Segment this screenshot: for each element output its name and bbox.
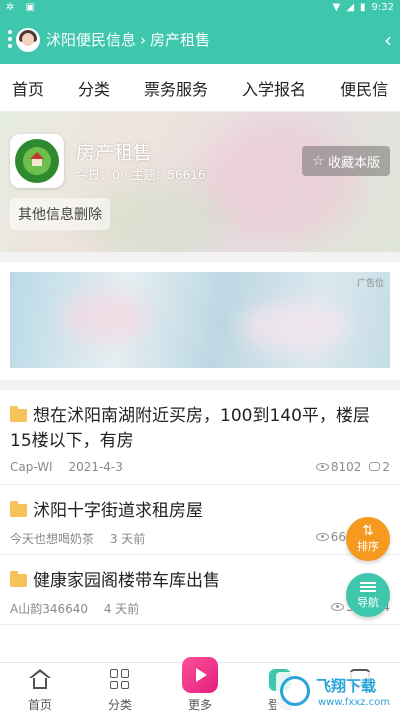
favorite-forum-button[interactable]: ☆ 收藏本版 [302,146,390,176]
post-time: 2021-4-3 [68,460,123,474]
post-author: A山韵346640 [10,602,89,616]
status-bar: ✲ ▣ ▼ ◢ ▮ 9:32 [0,0,400,16]
eye-icon [315,533,329,541]
video-play-icon [182,657,218,693]
post-list: 想在沭阳南湖附近买房，100到140平，楼层15楼以下，有房 Cap-WI 20… [0,390,400,662]
tab-convenience[interactable]: 便民信 [340,76,388,100]
status-left-icons: ✲ ▣ [6,2,40,13]
post-views: 8102 [330,460,362,474]
ad-section: 广告位 [0,262,400,380]
breadcrumb-separator: › [140,30,147,49]
tabbar-home[interactable]: 首页 [0,663,80,714]
menu-dots-icon[interactable] [8,30,12,51]
folder-icon [10,406,27,422]
post-title: 健康家园阁楼带车库出售 [33,571,220,591]
eye-icon [315,463,329,471]
tab-home[interactable]: 首页 [12,76,44,100]
home-icon [29,669,51,689]
tab-tickets[interactable]: 票务服务 [144,76,208,100]
post-replies: 2 [382,460,390,474]
today-count: 0 [112,168,120,182]
top-navbar: 沭阳便民信息 › 房产租售 ‹ [0,16,400,64]
post-time: 3 天前 [109,532,146,546]
list-item[interactable]: 想在沭阳南湖附近买房，100到140平，楼层15楼以下，有房 Cap-WI 20… [0,390,400,485]
sort-arrows-icon: ⇅ [362,523,374,539]
status-time: 9:32 [371,2,394,13]
star-icon: ☆ [312,153,324,169]
avatar[interactable] [16,28,40,52]
folder-icon [10,571,27,587]
category-tabs: 首页 分类 票务服务 入学报名 便民信 [0,64,400,112]
signal-icon: ◢ [346,2,355,13]
tabbar-category[interactable]: 分类 [80,663,160,714]
post-title: 沭阳十字街道求租房屋 [33,501,203,521]
battery-icon: ▮ [360,2,366,13]
tab-enrollment[interactable]: 入学报名 [242,76,306,100]
post-author: Cap-WI [10,460,53,474]
forum-title: 房产租售 [76,142,153,164]
delete-info-button[interactable]: 其他信息删除 [10,198,110,230]
forum-header: 房产租售 今日：0 / 主题：56616 ☆ 收藏本版 其他信息删除 [0,112,400,252]
post-title: 想在沭阳南湖附近买房，100到140平，楼层15楼以下，有房 [10,406,370,451]
topics-count: 56616 [167,168,206,182]
breadcrumb: 沭阳便民信息 › 房产租售 [46,29,210,50]
folder-icon [10,501,27,517]
back-icon[interactable]: ‹ [384,30,392,50]
tab-category[interactable]: 分类 [78,76,110,100]
watermark-logo: 飞翔下载 www.fxxz.com [276,672,400,714]
list-item[interactable]: 健康家园阁楼带车库出售 A山韵346640 4 天前 37 4 [0,555,400,625]
ad-banner[interactable]: 广告位 [10,272,390,368]
grid-icon [110,669,130,689]
post-author: 今天也想喝奶茶 [10,532,95,546]
comment-icon [369,462,381,471]
sort-button[interactable]: ⇅ 排序 [346,517,390,561]
forum-logo [10,134,64,188]
eye-icon [331,603,345,611]
wifi-icon: ▼ [332,2,341,13]
breadcrumb-site[interactable]: 沭阳便民信息 [46,29,136,50]
menu-icon [360,580,376,594]
forum-stats: 今日：0 / 主题：56616 [76,168,206,182]
post-views: 66 [330,530,346,544]
post-time: 4 天前 [103,602,140,616]
navigation-button[interactable]: 导航 [346,573,390,617]
status-right: ▼ ◢ ▮ 9:32 [333,2,394,13]
tabbar-more[interactable]: 更多 [160,657,240,714]
breadcrumb-forum: 房产租售 [150,31,211,49]
list-item[interactable]: 沭阳十字街道求租房屋 今天也想喝奶茶 3 天前 66 [0,485,400,555]
ad-label: 广告位 [356,279,384,289]
